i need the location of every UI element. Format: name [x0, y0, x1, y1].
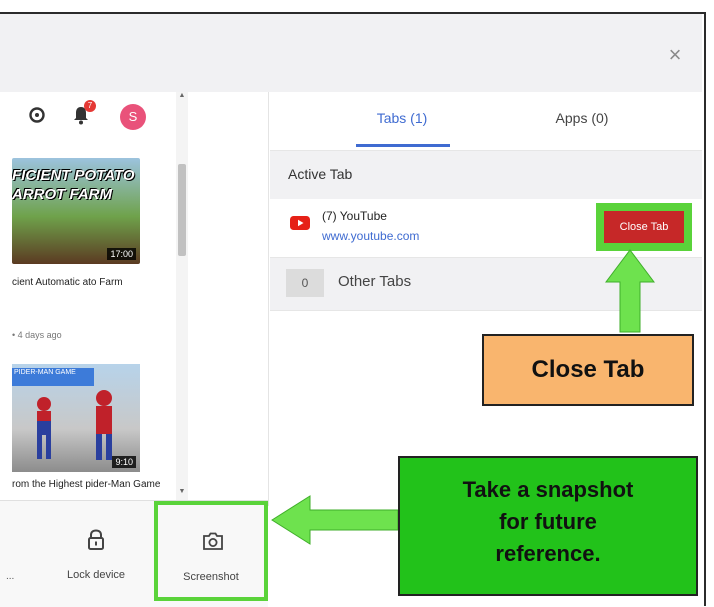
other-tabs-label: Other Tabs — [338, 273, 412, 290]
arrow-left-icon — [271, 495, 399, 545]
active-tab-section-header: Active Tab — [270, 150, 702, 200]
video-title[interactable]: rom the Highest pider-Man Game — [12, 478, 182, 491]
chat-icon[interactable] — [28, 106, 46, 124]
arrow-up-icon — [605, 249, 655, 333]
lock-device-label: Lock device — [66, 569, 126, 581]
video-meta: • 4 days ago — [12, 330, 62, 340]
active-tab-indicator — [356, 144, 450, 147]
close-icon[interactable]: × — [664, 44, 686, 66]
scrollbar-thumb[interactable] — [178, 164, 186, 256]
pane-divider — [268, 92, 269, 506]
snapshot-callout: Take a snapshot for future reference. — [398, 456, 698, 596]
spiderman-figure — [96, 390, 112, 460]
youtube-icon — [290, 216, 310, 230]
section-title: Active Tab — [288, 166, 353, 182]
scroll-down-icon[interactable]: ▼ — [178, 488, 186, 498]
spiderman-figure — [37, 397, 51, 459]
tab-url[interactable]: www.youtube.com — [322, 229, 419, 243]
tabs-header: Tabs (1) Apps (0) — [270, 92, 702, 148]
other-tabs-count: 0 — [286, 269, 324, 297]
scroll-up-icon[interactable]: ▲ — [178, 92, 186, 102]
camera-icon — [203, 532, 223, 550]
close-tab-button[interactable]: Close Tab — [604, 211, 684, 243]
thumbnail-text: FICIENT POTATO ARROT FARM — [12, 167, 135, 203]
callout-line: reference. — [495, 541, 601, 566]
close-tab-highlight: Close Tab — [596, 203, 692, 251]
tab-tabs[interactable]: Tabs (1) — [350, 92, 454, 148]
tab-title: (7) YouTube — [322, 209, 387, 223]
video-duration: 17:00 — [107, 248, 136, 260]
window-right-edge — [704, 12, 714, 606]
window-top-edge — [0, 0, 714, 14]
video-duration: 9:10 — [112, 456, 136, 468]
notification-badge: 7 — [84, 100, 96, 112]
lock-icon — [88, 529, 104, 550]
lock-device-button[interactable]: Lock device — [48, 521, 144, 591]
bottom-toolbar: ... Lock device Screenshot — [0, 500, 268, 607]
close-tab-callout: Close Tab — [482, 334, 694, 406]
truncated-action-label[interactable]: ... — [6, 571, 14, 582]
video-thumbnail[interactable]: FICIENT POTATO ARROT FARM 17:00 — [12, 158, 140, 264]
background-youtube-pane: 7 S FICIENT POTATO ARROT FARM 17:00 cien… — [0, 92, 190, 500]
video-thumbnail[interactable]: PIDER-MAN GAME 9:10 — [12, 364, 140, 472]
callout-line: for future — [499, 509, 597, 534]
youtube-topbar: 7 S — [0, 92, 190, 146]
callout-line: Take a snapshot — [462, 477, 634, 502]
popup-window: × 7 S FICIENT POTATO ARROT FARM 17:00 ci… — [0, 0, 714, 607]
screenshot-label: Screenshot — [183, 571, 239, 583]
header-bar: × — [0, 14, 702, 92]
video-title[interactable]: cient Automatic ato Farm — [12, 276, 182, 289]
thumbnail-banner: PIDER-MAN GAME — [12, 368, 94, 386]
scrollbar-track[interactable] — [176, 92, 188, 500]
avatar[interactable]: S — [120, 104, 146, 130]
tab-apps[interactable]: Apps (0) — [532, 92, 632, 148]
screenshot-button[interactable]: Screenshot — [154, 501, 268, 601]
